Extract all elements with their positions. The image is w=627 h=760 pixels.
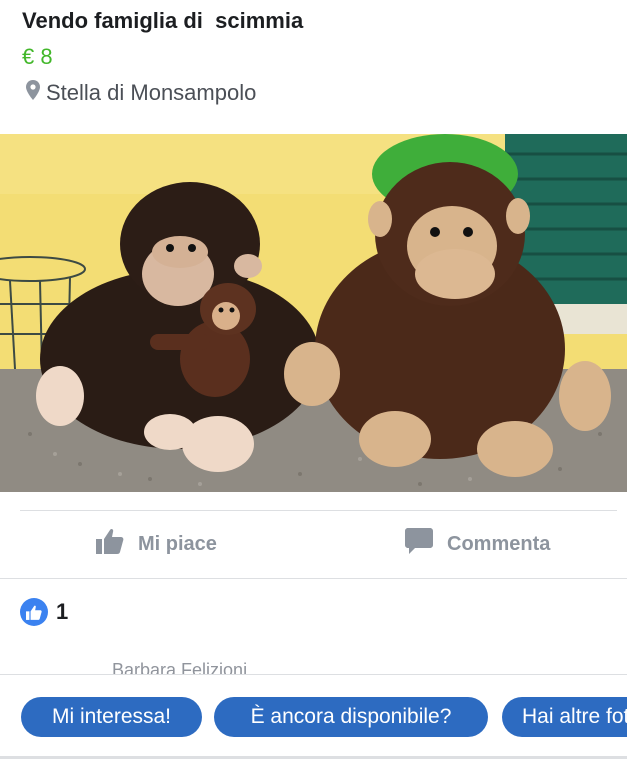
comment-label: Commenta [447, 532, 551, 555]
divider-top [20, 510, 617, 511]
like-button[interactable]: Mi piace [96, 528, 217, 560]
reactions-summary[interactable]: 1 [20, 598, 68, 626]
comment-button[interactable]: Commenta [405, 528, 550, 560]
like-label: Mi piace [138, 532, 217, 555]
listing-title: Vendo famiglia di scimmia [22, 8, 304, 33]
divider-bottom [0, 578, 627, 579]
action-bar: Mi piace Commenta [0, 516, 627, 576]
quick-reply-interested[interactable]: Mi interessa! [21, 697, 202, 737]
quick-reply-more-photos[interactable]: Hai altre foto? [502, 697, 627, 737]
like-reaction-icon [20, 598, 48, 626]
quick-replies-bar: Mi interessa! È ancora disponibile? Hai … [0, 674, 627, 760]
listing-photo[interactable] [0, 134, 627, 492]
listing-header: Vendo famiglia di scimmia € 8 Stella di … [0, 0, 627, 130]
listing-price: € 8 [22, 44, 53, 69]
quick-reply-still-available[interactable]: È ancora disponibile? [214, 697, 488, 737]
location-pin-icon [26, 80, 40, 106]
comment-icon [405, 528, 433, 560]
location-label: Stella di Monsampolo [46, 80, 257, 105]
reaction-count: 1 [56, 599, 69, 624]
listing-location[interactable]: Stella di Monsampolo [26, 80, 256, 106]
thumbs-up-icon [96, 528, 124, 560]
